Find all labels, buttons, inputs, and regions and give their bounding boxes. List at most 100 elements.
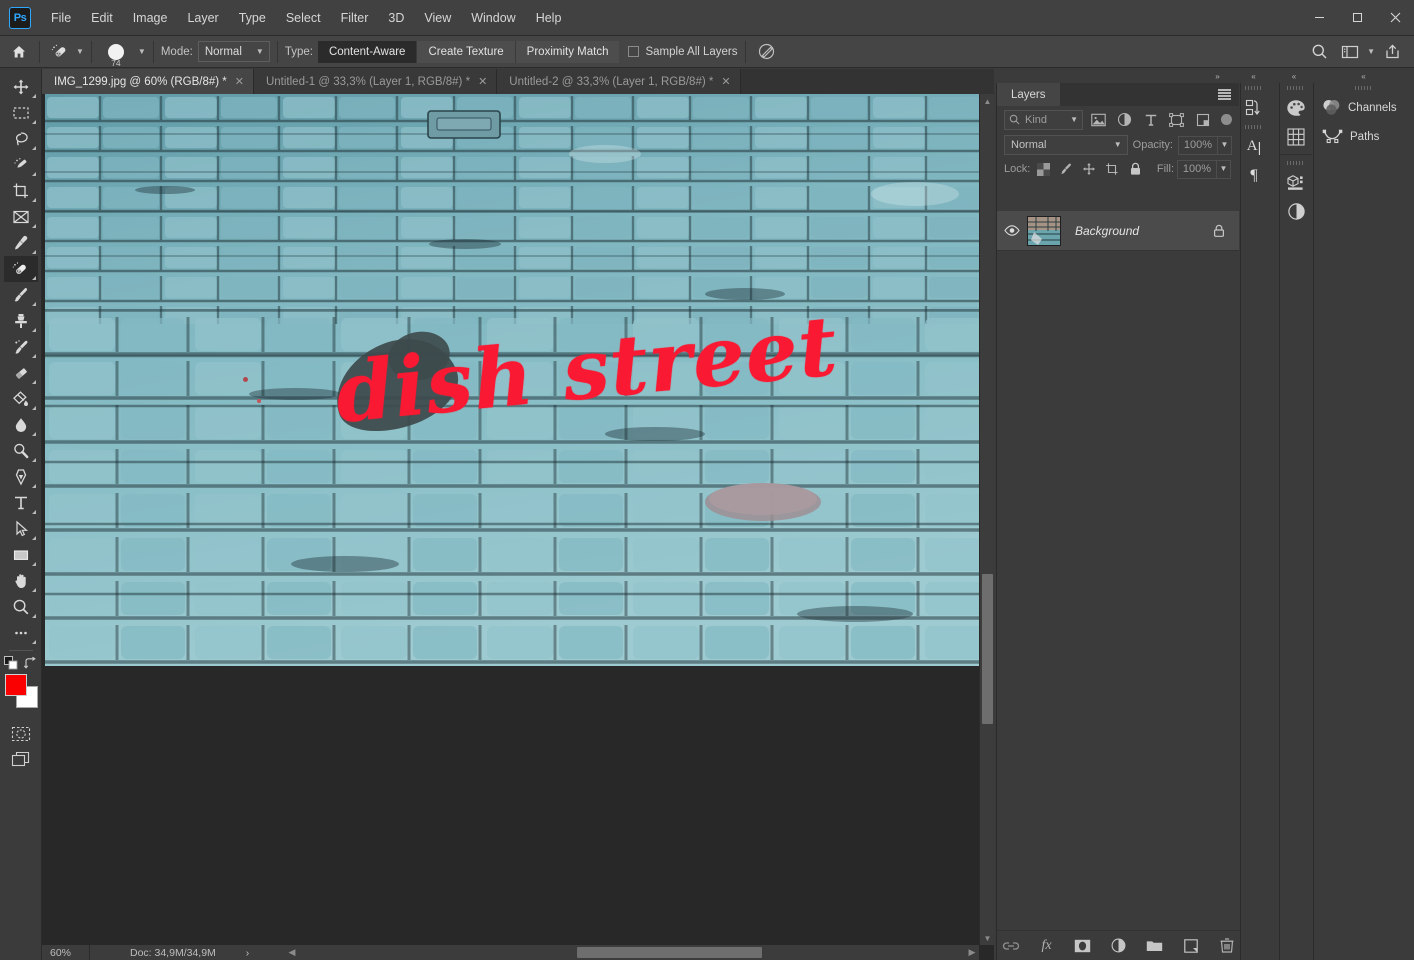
add-layer-mask-icon[interactable] — [1073, 936, 1093, 956]
lock-all-icon[interactable] — [1125, 159, 1145, 179]
filter-kind-select[interactable]: Kind ▼ — [1004, 110, 1083, 130]
canvas-area[interactable]: dish street ▲ ▼ ◀ ▶ 60% Doc: 34,9M/34,9M… — [42, 94, 994, 960]
menu-image[interactable]: Image — [123, 6, 178, 30]
opacity-value[interactable]: 100% — [1178, 136, 1218, 155]
type-content-aware-button[interactable]: Content-Aware — [318, 41, 418, 63]
named-dock-collapse-toggle[interactable]: « — [1313, 69, 1414, 83]
zoom-tool[interactable] — [4, 594, 38, 620]
layer-blend-mode-select[interactable]: Normal ▼ — [1004, 135, 1128, 155]
scroll-right-icon[interactable]: ▶ — [965, 945, 979, 960]
rectangular-marquee-tool[interactable] — [4, 100, 38, 126]
new-layer-icon[interactable] — [1181, 936, 1201, 956]
menu-view[interactable]: View — [414, 6, 461, 30]
gradient-tool[interactable] — [4, 386, 38, 412]
menu-help[interactable]: Help — [526, 6, 572, 30]
menu-type[interactable]: Type — [229, 6, 276, 30]
vertical-scroll-thumb[interactable] — [982, 574, 993, 724]
close-button[interactable] — [1376, 0, 1414, 34]
chevron-down-icon[interactable]: ▼ — [76, 48, 84, 56]
filter-adjustment-icon[interactable] — [1114, 110, 1135, 130]
canvas-horizontal-scrollbar[interactable]: ◀ ▶ — [285, 945, 979, 960]
active-tool-preview[interactable]: ▼ — [47, 40, 84, 64]
eraser-tool[interactable] — [4, 360, 38, 386]
pressure-for-size-icon[interactable] — [753, 39, 781, 65]
adjustments-panel-icon[interactable] — [1280, 197, 1312, 226]
brush-preset-chevron-down-icon[interactable]: ▼ — [138, 48, 146, 56]
panel-menu-icon[interactable] — [1218, 89, 1231, 100]
path-selection-tool[interactable] — [4, 516, 38, 542]
tab-untitled-1[interactable]: Untitled-1 @ 33,3% (Layer 1, RGB/8#) * ✕ — [254, 69, 497, 94]
search-icon[interactable] — [1305, 39, 1333, 65]
default-colors-icon[interactable] — [4, 656, 18, 670]
paragraph-panel-icon[interactable]: ¶ — [1241, 161, 1267, 190]
workspace-switcher-icon[interactable] — [1336, 39, 1364, 65]
blur-tool[interactable] — [4, 412, 38, 438]
lock-transparent-pixels-icon[interactable] — [1033, 159, 1053, 179]
layer-name[interactable]: Background — [1075, 224, 1139, 238]
filter-enable-toggle[interactable] — [1221, 114, 1232, 125]
quick-selection-tool[interactable] — [4, 152, 38, 178]
menu-window[interactable]: Window — [461, 6, 525, 30]
rectangle-tool[interactable] — [4, 542, 38, 568]
home-icon[interactable] — [6, 39, 32, 65]
lock-image-pixels-icon[interactable] — [1056, 159, 1076, 179]
status-expand-icon[interactable]: › — [246, 947, 250, 959]
dock-column-b-collapse-toggle[interactable]: « — [1279, 69, 1309, 83]
link-layers-icon[interactable] — [1001, 936, 1021, 956]
workspace-chevron-down-icon[interactable]: ▼ — [1367, 48, 1375, 56]
lock-position-icon[interactable] — [1079, 159, 1099, 179]
maximize-button[interactable] — [1338, 0, 1376, 34]
close-icon[interactable]: ✕ — [235, 75, 244, 88]
layer-style-fx-icon[interactable]: fx — [1037, 936, 1057, 956]
filter-shape-icon[interactable] — [1166, 110, 1187, 130]
menu-layer[interactable]: Layer — [177, 6, 228, 30]
type-tool[interactable] — [4, 490, 38, 516]
menu-filter[interactable]: Filter — [331, 6, 379, 30]
spot-healing-brush-tool[interactable] — [4, 256, 38, 282]
dock-grip[interactable] — [1280, 158, 1312, 168]
filter-type-icon[interactable] — [1140, 110, 1161, 130]
filter-smart-object-icon[interactable] — [1192, 110, 1213, 130]
swap-colors-icon[interactable] — [24, 657, 37, 670]
lock-artboard-nesting-icon[interactable] — [1102, 159, 1122, 179]
canvas-vertical-scrollbar[interactable]: ▲ ▼ — [979, 94, 994, 945]
menu-3d[interactable]: 3D — [378, 6, 414, 30]
menu-select[interactable]: Select — [276, 6, 331, 30]
tab-layers[interactable]: Layers — [997, 83, 1060, 106]
blend-mode-select[interactable]: Normal ▼ — [198, 41, 270, 62]
foreground-color-swatch[interactable] — [5, 674, 27, 696]
paths-panel-button[interactable]: Paths — [1314, 122, 1414, 151]
dock-column-a-collapse-toggle[interactable]: « — [1240, 69, 1267, 83]
scroll-down-icon[interactable]: ▼ — [980, 931, 995, 945]
tab-img-1299[interactable]: IMG_1299.jpg @ 60% (RGB/8#) * ✕ — [42, 69, 254, 94]
fill-chevron-down-icon[interactable]: ▼ — [1217, 160, 1231, 179]
brush-tool[interactable] — [4, 282, 38, 308]
document-image[interactable]: dish street — [45, 94, 979, 666]
filter-pixel-icon[interactable] — [1088, 110, 1109, 130]
dodge-tool[interactable] — [4, 438, 38, 464]
hand-tool[interactable] — [4, 568, 38, 594]
scroll-left-icon[interactable]: ◀ — [285, 945, 299, 960]
color-panel-icon[interactable] — [1280, 93, 1312, 122]
type-proximity-match-button[interactable]: Proximity Match — [516, 41, 620, 63]
brush-size-preview[interactable]: 74 — [99, 39, 133, 65]
quick-mask-mode-icon[interactable] — [4, 721, 38, 747]
3d-panel-icon[interactable] — [1280, 168, 1312, 197]
menu-file[interactable]: File — [41, 6, 81, 30]
new-adjustment-layer-icon[interactable] — [1109, 936, 1129, 956]
history-brush-tool[interactable] — [4, 334, 38, 360]
scroll-up-icon[interactable]: ▲ — [980, 94, 995, 108]
move-tool[interactable] — [4, 74, 38, 100]
lasso-tool[interactable] — [4, 126, 38, 152]
horizontal-scroll-thumb[interactable] — [577, 947, 762, 958]
channels-panel-button[interactable]: Channels — [1314, 93, 1414, 122]
dock-grip[interactable] — [1280, 83, 1312, 93]
crop-tool[interactable] — [4, 178, 38, 204]
menu-edit[interactable]: Edit — [81, 6, 123, 30]
fill-value[interactable]: 100% — [1177, 160, 1217, 179]
dock-grip[interactable] — [1314, 83, 1414, 93]
change-screen-mode-icon[interactable] — [4, 747, 38, 773]
layer-thumbnail[interactable] — [1027, 216, 1061, 246]
type-create-texture-button[interactable]: Create Texture — [417, 41, 515, 63]
zoom-level-field[interactable]: 60% — [42, 945, 90, 960]
